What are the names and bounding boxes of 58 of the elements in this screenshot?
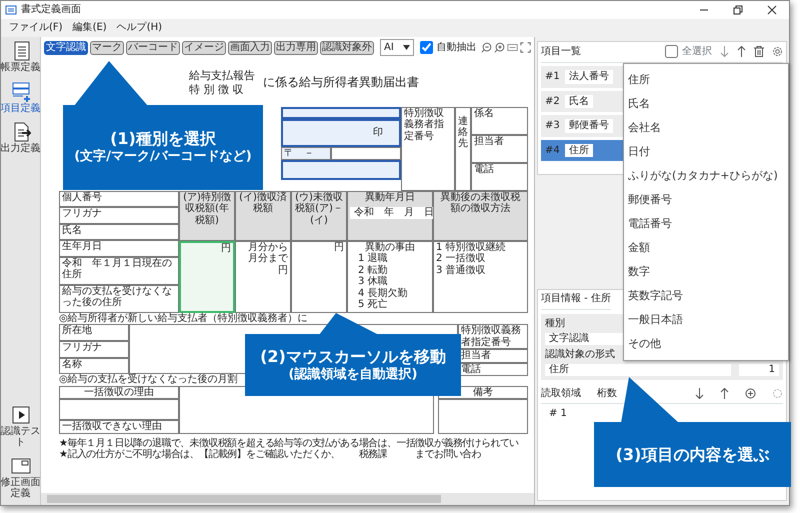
form-note: ◎給与所得者が新しい給与支払者（特別徴収義務者）に <box>59 312 308 324</box>
form-label: 名称 <box>59 358 129 374</box>
form-label: 月分まで <box>247 253 288 265</box>
field-label: 種別 <box>545 318 565 329</box>
form-label: 担当者 <box>471 134 528 163</box>
form-label: フリガナ <box>59 207 179 224</box>
form-label: 連絡先 <box>455 106 471 191</box>
form-label: 個人番号 <box>59 190 179 208</box>
form-note: ★記入の仕方がご不明な場合は、【記載例】をご確認いただくか、 税務課 までお問い合わ <box>59 449 481 461</box>
form-label: 所在地 <box>59 324 129 342</box>
form-label: 係名 <box>471 106 528 135</box>
form-label: 円 <box>220 242 231 254</box>
callout-subtitle: (文字/マーク/バーコードなど) <box>74 149 252 166</box>
callout-subtitle: (認識領域を自動選択) <box>288 366 418 384</box>
form-label: 令和 年１月１日現在の住所 <box>59 256 179 285</box>
checkbox-label: 全選択 <box>682 46 712 58</box>
callout-title: (1)種別を選択 <box>110 129 216 150</box>
form-label: 2 転勤 <box>357 264 388 276</box>
form-label: 5 死亡 <box>357 299 388 311</box>
form-label: 異動年月日 <box>364 192 416 204</box>
column-header: 桁数 <box>597 388 617 399</box>
column-header: 読取領域 <box>541 388 581 399</box>
form-label: 3 休職 <box>357 276 388 288</box>
form-label: フリガナ <box>59 341 129 358</box>
seal-label: 印 <box>373 127 383 139</box>
form-label: 電話 <box>471 162 528 191</box>
form-note: ★毎年１月１日以降の退職で、未徴収税額を超える給与等の支払がある場合は、一括徴収が義務付けられてい <box>59 438 519 449</box>
form-label: 異動後の未徴収税額の徴収方法 <box>433 190 528 241</box>
checkbox-label: 自動抽出 <box>436 42 477 54</box>
form-label: 円 <box>277 264 288 276</box>
form-label: (ア)特別徴収税額(年税額) <box>179 190 235 241</box>
form-title: 特 別 徴 収 <box>189 82 244 98</box>
callout-title: (2)マウスカーソルを移動 <box>260 346 446 366</box>
callout-title: (3)項目の内容を選ぶ <box>616 444 770 464</box>
form-label: 一括徴収できない理由 <box>59 420 179 434</box>
form-note: ◎給与の支払を受けなくなった後の月割 <box>59 374 238 386</box>
form-label: 一括徴収の理由 <box>59 386 179 400</box>
form-label: (ウ)未徴収税額(ア)－(イ) <box>291 190 347 241</box>
window-title: 書式定義画面 <box>21 4 81 16</box>
form-label: 生年月日 <box>59 240 179 257</box>
form-label: 給与の支払を受けなくなった後の住所 <box>59 284 179 313</box>
form-label: 氏名 <box>59 224 179 240</box>
form-label: 特別徴収義務者指定番号 <box>401 106 455 191</box>
form-title: に係る給与所得者異動届出書 <box>263 76 419 90</box>
form-label: 異動の事由 <box>364 242 416 253</box>
field-label: 認識対象の形式 <box>545 348 615 360</box>
form-label: 2 一括徴収 <box>436 253 486 264</box>
form-label: 3 普通徴収 <box>436 264 486 276</box>
form-label: 4 長期欠勤 <box>357 288 408 299</box>
form-label: 1 特別徴収継続 <box>436 242 506 253</box>
form-label: (イ)徴収済税額 <box>235 190 291 241</box>
panel-title: 項目一覧 <box>541 46 581 58</box>
panel-title: 項目情報 - 住所 <box>541 293 611 310</box>
form-label: 1 退職 <box>357 253 388 264</box>
form-label: 円 <box>333 242 344 254</box>
form-title: 給与支払報告 <box>189 68 255 83</box>
form-label: 月分から <box>247 242 288 253</box>
table-cell: # 1 <box>549 408 567 420</box>
